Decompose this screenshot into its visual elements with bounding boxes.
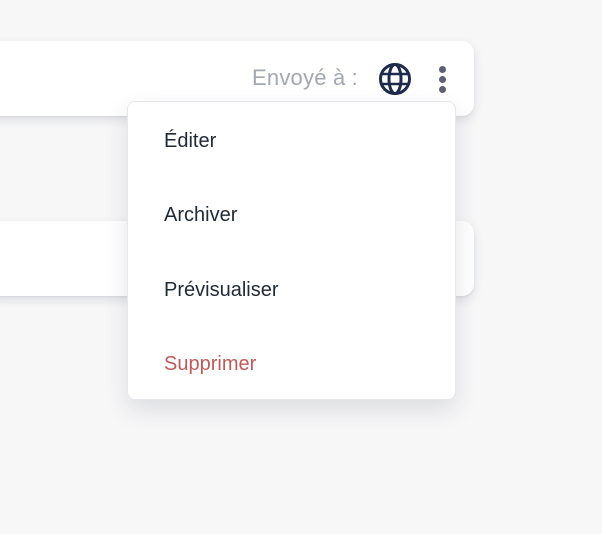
menu-item-delete[interactable]: Supprimer <box>128 344 455 384</box>
actions-dropdown-menu: Éditer Archiver Prévisualiser Supprimer <box>127 101 456 400</box>
menu-item-archive[interactable]: Archiver <box>128 195 455 235</box>
sent-to-label: Envoyé à : <box>252 65 358 90</box>
more-options-button[interactable] <box>430 62 454 96</box>
globe-icon <box>378 62 412 96</box>
kebab-dot <box>438 65 446 73</box>
menu-item-preview[interactable]: Prévisualiser <box>128 270 455 310</box>
kebab-dot <box>438 85 446 93</box>
menu-item-edit[interactable]: Éditer <box>128 121 455 161</box>
kebab-dot <box>438 75 446 83</box>
